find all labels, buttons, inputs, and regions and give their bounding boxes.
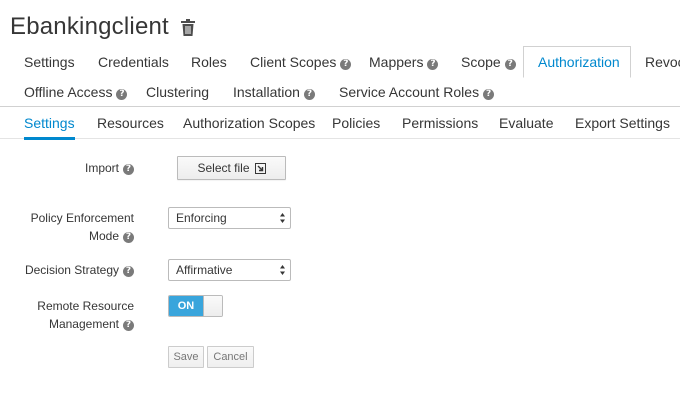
policy-enforcement-label: Policy Enforcement Mode? — [31, 209, 134, 245]
policy-enforcement-label-row: Policy Enforcement Mode? — [0, 209, 134, 245]
subtab-label: Resources — [97, 115, 164, 131]
tab-clustering[interactable]: Clustering — [146, 77, 209, 107]
help-icon[interactable]: ? — [504, 59, 516, 70]
subtab-label: Permissions — [402, 115, 479, 131]
save-button[interactable]: Save — [168, 346, 204, 368]
policy-enforcement-label-line1: Policy Enforcement — [30, 211, 134, 225]
tab-revocation[interactable]: Revoca — [645, 47, 680, 77]
decision-strategy-value: Affirmative — [176, 263, 233, 277]
tab-roles[interactable]: Roles — [191, 47, 227, 77]
policy-enforcement-label-line2: Mode — [88, 229, 119, 243]
decision-strategy-label: Decision Strategy? — [25, 261, 134, 279]
toggle-on-label: ON — [169, 296, 203, 316]
remote-resource-label: Remote Resource Management? — [37, 297, 134, 333]
subtab-label: Export Settings — [575, 115, 670, 131]
trash-icon[interactable] — [180, 18, 195, 36]
authorization-subtabs: Settings Resources Authorization Scopes … — [0, 107, 680, 140]
remote-resource-label-line2: Management — [48, 317, 119, 331]
help-icon[interactable]: ? — [116, 89, 128, 100]
help-icon[interactable]: ? — [427, 59, 439, 70]
subtab-resources[interactable]: Resources — [97, 107, 164, 139]
tab-installation[interactable]: Installation? — [233, 77, 315, 107]
tab-client-scopes[interactable]: Client Scopes? — [250, 47, 352, 77]
client-tabs: Settings Credentials Roles Client Scopes… — [0, 46, 680, 107]
subtab-policies[interactable]: Policies — [332, 107, 380, 139]
help-icon[interactable]: ? — [303, 89, 315, 100]
tab-mappers[interactable]: Mappers? — [369, 47, 439, 77]
subtab-export-settings[interactable]: Export Settings — [575, 107, 670, 139]
tab-scope[interactable]: Scope? — [461, 47, 516, 77]
select-file-label: Select file — [197, 161, 250, 175]
tab-authorization[interactable]: Authorization — [523, 46, 631, 78]
subtab-evaluate[interactable]: Evaluate — [499, 107, 553, 139]
policy-enforcement-value: Enforcing — [176, 211, 227, 225]
tab-label: Settings — [24, 54, 75, 70]
tab-label: Mappers — [369, 54, 424, 70]
import-label-text: Import — [84, 161, 119, 175]
decision-strategy-label-text: Decision Strategy — [24, 263, 119, 277]
tab-label: Scope — [461, 54, 501, 70]
subtab-label: Evaluate — [499, 115, 554, 131]
select-file-button[interactable]: Select file — [177, 156, 286, 180]
subtab-label: Authorization Scopes — [183, 115, 316, 131]
subtab-label: Policies — [332, 115, 381, 131]
tab-label: Service Account Roles — [339, 84, 480, 100]
import-label: Import? — [85, 159, 134, 177]
select-arrows-icon — [280, 265, 285, 275]
tab-offline-access[interactable]: Offline Access? — [24, 77, 128, 107]
page-title: Ebankingclient — [10, 13, 169, 40]
remote-resource-label-line1: Remote Resource — [37, 299, 134, 313]
remote-resource-toggle[interactable]: ON — [168, 295, 223, 317]
title-row: Ebankingclient — [10, 12, 195, 42]
remote-resource-label-row: Remote Resource Management? — [0, 297, 134, 333]
subtab-permissions[interactable]: Permissions — [402, 107, 478, 139]
decision-strategy-select[interactable]: Affirmative — [168, 259, 291, 281]
toggle-knob — [203, 296, 222, 316]
tab-label: Installation — [233, 84, 300, 100]
decision-strategy-label-row: Decision Strategy? — [0, 261, 134, 279]
tab-credentials[interactable]: Credentials — [98, 47, 169, 77]
help-icon[interactable]: ? — [340, 59, 352, 70]
help-icon[interactable]: ? — [123, 232, 134, 243]
tab-label: Revoca — [645, 54, 680, 70]
help-icon[interactable]: ? — [123, 320, 134, 331]
subtab-settings[interactable]: Settings — [24, 107, 75, 140]
help-icon[interactable]: ? — [483, 89, 495, 100]
select-arrows-icon — [280, 213, 285, 223]
tab-label: Offline Access — [24, 84, 113, 100]
import-label-row: Import? — [0, 159, 134, 177]
tab-label: Credentials — [98, 54, 169, 70]
import-icon — [254, 162, 266, 174]
help-icon[interactable]: ? — [123, 266, 134, 277]
help-icon[interactable]: ? — [123, 164, 134, 175]
cancel-button[interactable]: Cancel — [207, 346, 254, 368]
tab-label: Roles — [191, 54, 227, 70]
policy-enforcement-select[interactable]: Enforcing — [168, 207, 291, 229]
tab-label: Client Scopes — [250, 54, 337, 70]
subtab-label: Settings — [24, 115, 75, 131]
tab-label: Clustering — [146, 84, 210, 100]
tab-settings[interactable]: Settings — [24, 47, 75, 77]
subtab-authorization-scopes[interactable]: Authorization Scopes — [183, 107, 315, 139]
tab-service-account-roles[interactable]: Service Account Roles? — [339, 77, 495, 107]
tab-label: Authorization — [538, 54, 620, 70]
